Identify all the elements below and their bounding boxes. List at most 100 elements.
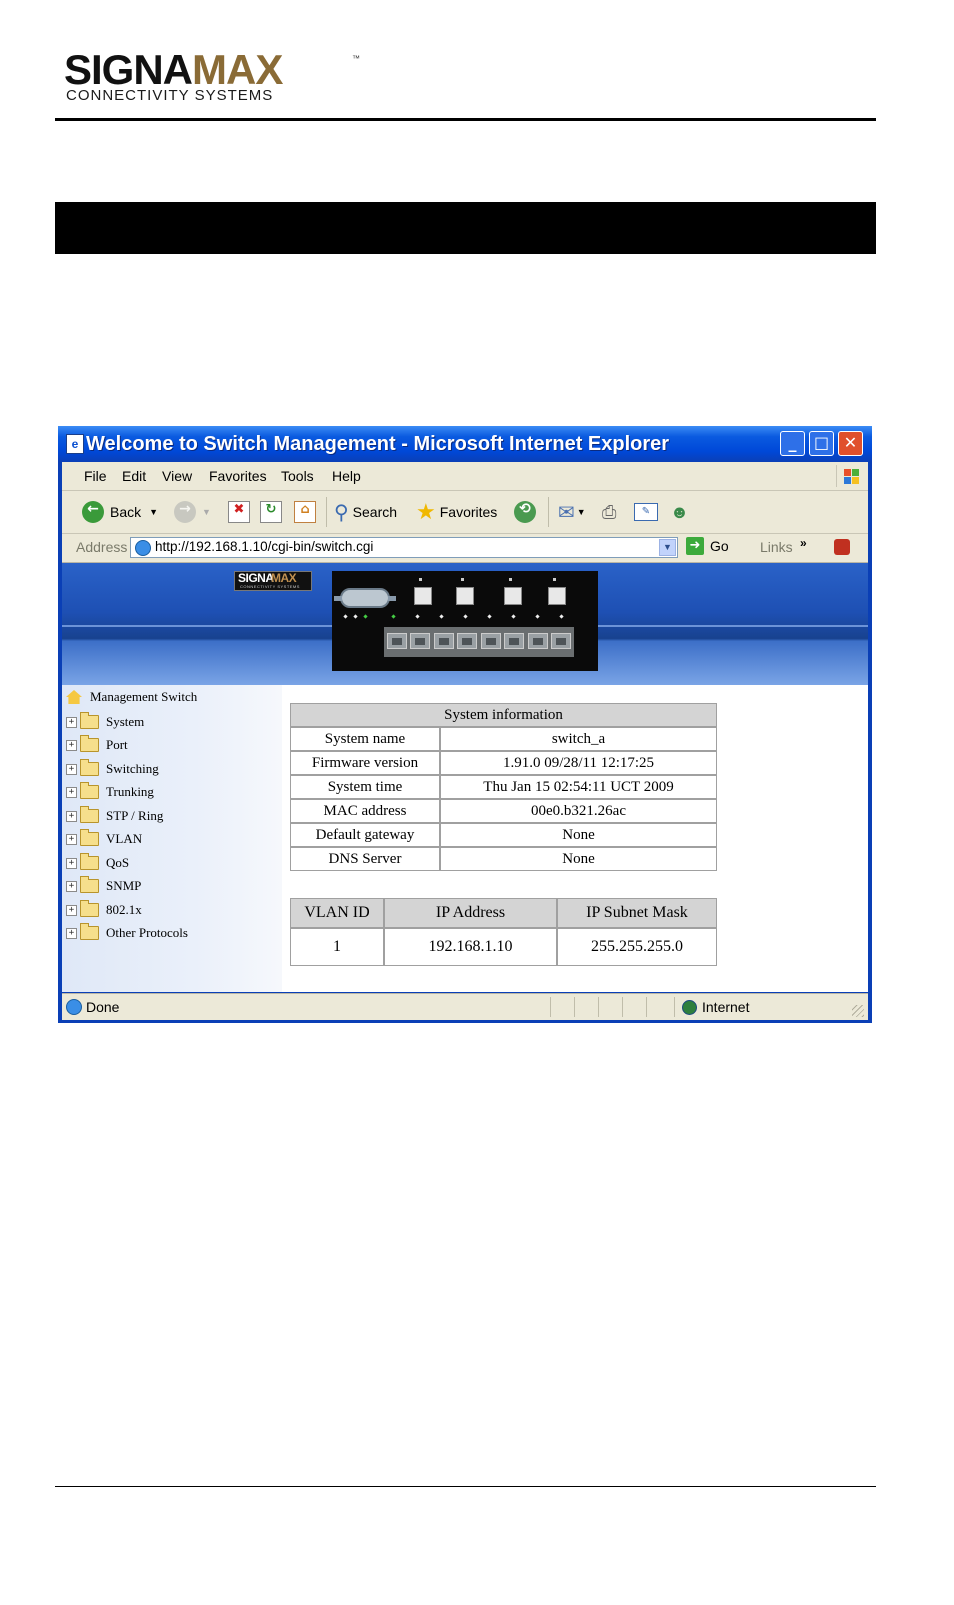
signamax-logo: SIGNAMAX ™ CONNECTIVITY SYSTEMS bbox=[64, 46, 364, 108]
expand-icon[interactable]: + bbox=[66, 739, 77, 751]
chevron-right-icon[interactable]: » bbox=[800, 536, 807, 550]
expand-icon[interactable]: + bbox=[66, 810, 77, 822]
expand-icon[interactable]: + bbox=[66, 904, 77, 916]
back-dropdown-icon[interactable]: ▼ bbox=[149, 507, 158, 517]
forward-arrow-icon: → bbox=[174, 501, 196, 523]
sfp-port-icon bbox=[456, 578, 474, 605]
tree-item-switching[interactable]: + Switching bbox=[66, 759, 159, 777]
tree-item-trunking[interactable]: + Trunking bbox=[66, 782, 154, 800]
led-icon bbox=[343, 614, 348, 619]
edit-button[interactable]: ✎ bbox=[634, 500, 658, 524]
page-status-icon bbox=[66, 999, 82, 1015]
forward-dropdown-icon[interactable]: ▼ bbox=[202, 507, 211, 517]
toolbar-divider bbox=[326, 497, 327, 527]
refresh-button[interactable]: ↻ bbox=[260, 500, 282, 524]
tree-item-other-protocols[interactable]: + Other Protocols bbox=[66, 923, 188, 941]
led-icon bbox=[415, 614, 420, 619]
row-value: None bbox=[440, 847, 717, 871]
system-information-title: System information bbox=[290, 703, 717, 727]
folder-icon bbox=[80, 900, 99, 917]
menu-help[interactable]: Help bbox=[332, 468, 361, 484]
expand-icon[interactable]: + bbox=[66, 786, 77, 798]
table-header-row: VLAN ID IP Address IP Subnet Mask bbox=[290, 898, 717, 928]
row-value: Thu Jan 15 02:54:11 UCT 2009 bbox=[440, 775, 717, 799]
windows-logo-icon bbox=[836, 465, 861, 487]
menu-view[interactable]: View bbox=[162, 468, 192, 484]
expand-icon[interactable]: + bbox=[66, 927, 77, 939]
expand-icon[interactable]: + bbox=[66, 833, 77, 845]
banner-logo-right: MAX bbox=[271, 571, 297, 585]
stop-button[interactable]: ✖ bbox=[228, 500, 250, 524]
go-button[interactable]: ➜ Go bbox=[686, 537, 729, 555]
led-icon bbox=[463, 614, 468, 619]
address-dropdown-icon[interactable]: ▼ bbox=[659, 539, 676, 556]
title-bar[interactable]: e Welcome to Switch Management - Microso… bbox=[58, 426, 872, 462]
sfp-port-icon bbox=[504, 578, 522, 605]
led-icon bbox=[559, 614, 564, 619]
tree-item-system[interactable]: + System bbox=[66, 712, 144, 730]
forward-button[interactable]: → ▼ bbox=[174, 500, 211, 524]
mail-dropdown-icon[interactable]: ▼ bbox=[577, 507, 586, 517]
expand-icon[interactable]: + bbox=[66, 857, 77, 869]
menu-favorites[interactable]: Favorites bbox=[209, 468, 267, 484]
close-button[interactable]: ✕ bbox=[838, 431, 863, 456]
browser-window: e Welcome to Switch Management - Microso… bbox=[58, 426, 872, 1023]
tree-item-vlan[interactable]: + VLAN bbox=[66, 829, 143, 847]
led-icon bbox=[487, 614, 492, 619]
status-text: Done bbox=[86, 999, 120, 1015]
search-button[interactable]: ⚲ Search bbox=[334, 500, 397, 524]
table-row: System name switch_a bbox=[290, 727, 717, 751]
messenger-button[interactable]: ☻ bbox=[670, 500, 689, 524]
menu-tools[interactable]: Tools bbox=[281, 468, 314, 484]
expand-icon[interactable]: + bbox=[66, 880, 77, 892]
tree-item-label: VLAN bbox=[106, 831, 143, 846]
vlan-ip-table: VLAN ID IP Address IP Subnet Mask 1 192.… bbox=[290, 898, 717, 966]
address-input[interactable]: http://192.168.1.10/cgi-bin/switch.cgi ▼ bbox=[130, 537, 678, 558]
switch-banner: SIGNA MAX CONNECTIVITY SYSTEMS bbox=[62, 563, 868, 685]
console-port-icon bbox=[334, 588, 396, 608]
toolbar-extra-icon[interactable] bbox=[834, 539, 850, 555]
maximize-button[interactable]: □ bbox=[809, 431, 834, 456]
status-divider bbox=[550, 997, 551, 1017]
favorites-star-icon: ★ bbox=[416, 499, 436, 524]
rj45-port-icon bbox=[551, 633, 571, 649]
minimize-button[interactable]: _ bbox=[780, 431, 805, 456]
tree-item-snmp[interactable]: + SNMP bbox=[66, 876, 141, 894]
menu-edit[interactable]: Edit bbox=[122, 468, 146, 484]
sfp-port-icon bbox=[414, 578, 432, 605]
status-divider bbox=[646, 997, 647, 1017]
switch-front-panel-image bbox=[332, 571, 598, 671]
links-button[interactable]: Links bbox=[760, 539, 793, 555]
resize-grip-icon[interactable] bbox=[852, 1005, 864, 1017]
mail-button[interactable]: ✉ ▼ bbox=[558, 500, 586, 524]
tree-root-label: Management Switch bbox=[90, 689, 198, 704]
window-title: Welcome to Switch Management - Microsoft… bbox=[86, 433, 670, 455]
print-button[interactable]: ⎙ bbox=[602, 500, 616, 524]
row-label: Default gateway bbox=[290, 823, 440, 847]
home-icon: ⌂ bbox=[294, 501, 316, 523]
menu-file[interactable]: File bbox=[84, 468, 107, 484]
rj45-port-icon bbox=[434, 633, 454, 649]
banner-logo: SIGNA MAX CONNECTIVITY SYSTEMS bbox=[234, 571, 312, 591]
print-icon: ⎙ bbox=[602, 501, 617, 522]
folder-icon bbox=[80, 735, 99, 752]
table-row: DNS Server None bbox=[290, 847, 717, 871]
tree-item-label: Trunking bbox=[106, 784, 154, 799]
logo-tagline: CONNECTIVITY SYSTEMS bbox=[66, 87, 274, 104]
expand-icon[interactable]: + bbox=[66, 763, 77, 775]
favorites-button[interactable]: ★ Favorites bbox=[416, 499, 497, 524]
tree-item-stp-ring[interactable]: + STP / Ring bbox=[66, 806, 163, 824]
tree-item-port[interactable]: + Port bbox=[66, 735, 128, 753]
led-icon bbox=[439, 614, 444, 619]
expand-icon[interactable]: + bbox=[66, 716, 77, 728]
standard-toolbar: ← Back ▼ → ▼ ✖ ↻ ⌂ ⚲ Search ★ Favorites … bbox=[62, 491, 868, 534]
home-button[interactable]: ⌂ bbox=[294, 500, 316, 524]
tree-item-qos[interactable]: + QoS bbox=[66, 853, 129, 871]
address-label: Address bbox=[76, 539, 128, 555]
back-button[interactable]: ← Back ▼ bbox=[82, 500, 158, 524]
tree-item-8021x[interactable]: +802.1x bbox=[66, 900, 142, 918]
search-label: Search bbox=[352, 504, 398, 520]
tree-root-management-switch[interactable]: Management Switch bbox=[66, 689, 197, 705]
status-divider bbox=[622, 997, 623, 1017]
history-button[interactable]: ⟲ bbox=[514, 500, 536, 524]
